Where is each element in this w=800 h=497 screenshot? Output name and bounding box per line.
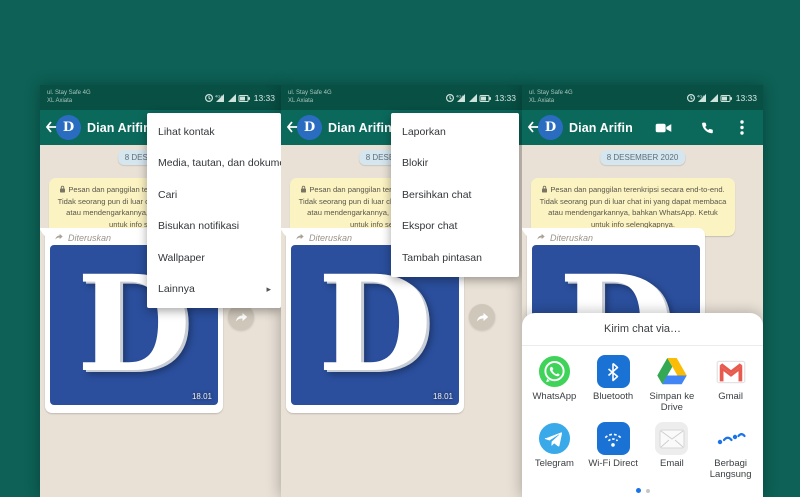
forwarded-icon [54,232,64,243]
forwarded-label: Diteruskan [550,233,593,243]
avatar[interactable]: D [538,115,563,140]
date-badge: 8 DESEMBER 2020 [600,150,686,165]
page-dot-active[interactable] [636,488,641,493]
share-app-direct-share[interactable]: Berbagi Langsung [701,419,760,486]
share-app-gmail[interactable]: Gmail [701,352,760,419]
lock-icon [541,185,548,196]
share-app-bluetooth[interactable]: Bluetooth [584,352,643,419]
menu-item-lainnya[interactable]: Lainnya▸ [147,274,281,306]
menu-item-lihat-kontak[interactable]: Lihat kontak [147,116,281,148]
overflow-menu-icon[interactable] [731,110,753,145]
image-letter: D [318,259,432,391]
share-app-telegram[interactable]: Telegram [525,419,584,486]
submenu-arrow-icon: ▸ [266,284,271,295]
direct-share-icon [714,422,747,455]
bluetooth-icon [597,355,630,388]
avatar[interactable]: D [297,115,322,140]
video-call-icon[interactable] [652,110,674,145]
phone-screenshot-2: ul. Stay Safe 4G XL Axiata 13:33 D Dian … [281,85,522,497]
phone-screenshot-3: ul. Stay Safe 4G XL Axiata 13:33 D Dian … [522,85,763,497]
avatar[interactable]: D [56,115,81,140]
message-time: 18.01 [192,392,212,401]
share-app-drive[interactable]: Simpan ke Drive [643,352,702,419]
whatsapp-icon [538,355,571,388]
status-icons [205,93,251,103]
contact-name[interactable]: Dian Arifin [569,110,633,145]
clock: 13:33 [254,93,275,103]
contact-name[interactable]: Dian Arifin [87,110,151,145]
menu-item-bisukan[interactable]: Bisukan notifikasi [147,211,281,243]
share-sheet: Kirim chat via… WhatsApp Bluetooth [522,313,763,497]
telegram-icon [538,422,571,455]
share-app-whatsapp[interactable]: WhatsApp [525,352,584,419]
menu-item-blokir[interactable]: Blokir [391,148,519,180]
page-indicator [522,488,763,493]
status-icons [446,93,492,103]
teal-backdrop: ul. Stay Safe 4G XL Axiata 13:33 D Dian … [0,0,800,497]
status-bar: ul. Stay Safe 4G XL Axiata 13:33 [522,85,763,110]
carrier-label: ul. Stay Safe 4G XL Axiata [288,89,332,105]
share-app-wifi-direct[interactable]: Wi-Fi Direct [584,419,643,486]
contact-name[interactable]: Dian Arifin [328,110,392,145]
menu-item-wallpaper[interactable]: Wallpaper [147,242,281,274]
menu-item-laporkan[interactable]: Laporkan [391,116,519,148]
lock-icon [59,185,66,196]
menu-item-ekspor-chat[interactable]: Ekspor chat [391,211,519,243]
share-app-grid: WhatsApp Bluetooth Simpan ke Drive [522,346,763,486]
share-app-email[interactable]: Email [643,419,702,486]
page-dot-inactive[interactable] [646,489,650,493]
forwarded-icon [536,232,546,243]
email-icon [655,422,688,455]
google-drive-icon [655,355,688,388]
whatsapp-appbar: D Dian Arifin [522,110,763,145]
forward-button[interactable] [469,304,495,330]
status-bar: ul. Stay Safe 4G XL Axiata 13:33 [40,85,281,110]
forwarded-label: Diteruskan [309,233,352,243]
wifi-direct-icon [597,422,630,455]
carrier-label: ul. Stay Safe 4G XL Axiata [47,89,91,105]
status-bar: ul. Stay Safe 4G XL Axiata 13:33 [281,85,522,110]
call-icon[interactable] [696,110,718,145]
forwarded-label: Diteruskan [68,233,111,243]
share-sheet-title: Kirim chat via… [522,313,763,346]
carrier-label: ul. Stay Safe 4G XL Axiata [529,89,573,105]
menu-item-tambah-pintasan[interactable]: Tambah pintasan [391,242,519,274]
clock: 13:33 [736,93,757,103]
lock-icon [300,185,307,196]
menu-item-bersihkan-chat[interactable]: Bersihkan chat [391,179,519,211]
menu-item-cari[interactable]: Cari [147,179,281,211]
menu-item-media[interactable]: Media, tautan, dan dokumen [147,148,281,180]
forwarded-icon [295,232,305,243]
clock: 13:33 [495,93,516,103]
chat-options-menu: Lihat kontak Media, tautan, dan dokumen … [147,113,281,308]
more-options-submenu: Laporkan Blokir Bersihkan chat Ekspor ch… [391,113,519,277]
message-time: 18.01 [433,392,453,401]
encryption-notice-text: Pesan dan panggilan terenkripsi secara e… [540,185,727,229]
status-icons [687,93,733,103]
gmail-icon [714,355,747,388]
phone-screenshot-1: ul. Stay Safe 4G XL Axiata 13:33 D Dian … [40,85,281,497]
